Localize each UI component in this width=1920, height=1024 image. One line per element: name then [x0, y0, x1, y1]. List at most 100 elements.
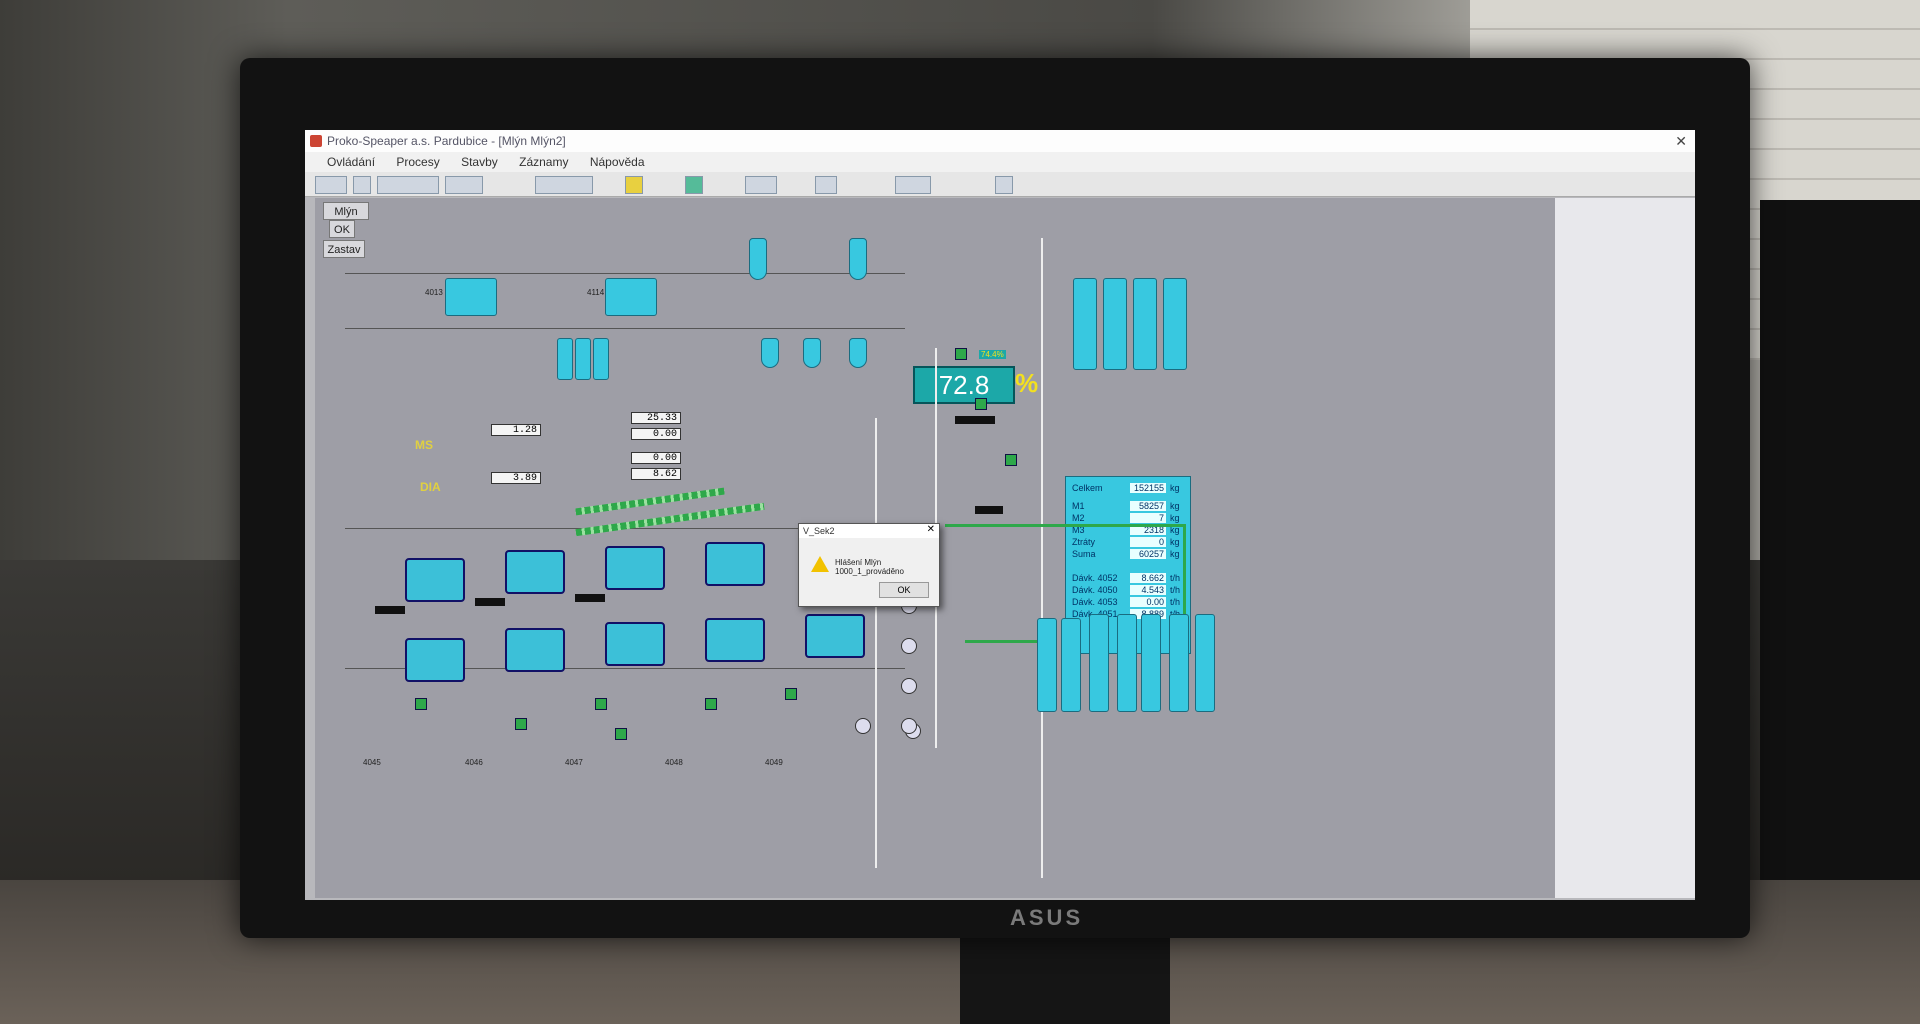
equipment-label: 4114 — [587, 288, 605, 297]
toolbar-button-10[interactable] — [895, 176, 931, 194]
menu-stavby[interactable]: Stavby — [461, 155, 498, 169]
info-row: Dávk. 4053 0.00 t/h — [1072, 597, 1186, 608]
cyclone-silo[interactable] — [803, 338, 821, 368]
app-icon — [310, 135, 322, 147]
info-row: Ztráty 0 kg — [1072, 537, 1186, 548]
info-unit: t/h — [1170, 597, 1181, 607]
motor-icon[interactable] — [901, 678, 917, 694]
info-value: 4.543 — [1130, 585, 1166, 595]
toolbar-button-1[interactable] — [315, 176, 347, 194]
storage-silo[interactable] — [1089, 614, 1109, 712]
toolbar-button-7[interactable] — [685, 176, 703, 194]
close-icon[interactable]: ✕ — [1675, 130, 1687, 152]
toolbar-button-6[interactable] — [625, 176, 643, 194]
info-value: 8.662 — [1130, 573, 1166, 583]
roller-mill[interactable] — [697, 542, 773, 586]
valve[interactable] — [595, 698, 607, 710]
valve[interactable] — [415, 698, 427, 710]
menu-ovladani[interactable]: Ovládání — [327, 155, 375, 169]
toolbar-button-8[interactable] — [745, 176, 777, 194]
storage-silo[interactable] — [1195, 614, 1215, 712]
equipment-label: 4013 — [425, 288, 443, 297]
percent-display: 72.8 — [913, 366, 1015, 404]
toolbar-button-5[interactable] — [535, 176, 593, 194]
dialog-ok-button[interactable]: OK — [879, 582, 929, 598]
valve[interactable] — [515, 718, 527, 730]
bin[interactable] — [557, 338, 573, 380]
storage-silo[interactable] — [1117, 614, 1137, 712]
roller-mill[interactable] — [497, 628, 573, 672]
bin[interactable] — [575, 338, 591, 380]
tower-silo[interactable] — [1073, 278, 1097, 370]
menu-procesy[interactable]: Procesy — [396, 155, 439, 169]
toolbar-button-9[interactable] — [815, 176, 837, 194]
valve[interactable] — [975, 398, 987, 410]
toolbar-button-2[interactable] — [353, 176, 371, 194]
info-row: Dávk. 4050 4.543 t/h — [1072, 585, 1186, 596]
roller-mill[interactable] — [697, 618, 773, 662]
equipment-label: 4045 — [363, 758, 381, 767]
readout-box: 8.62 — [631, 468, 681, 480]
toolbar-button-11[interactable] — [995, 176, 1013, 194]
storage-silo[interactable] — [1169, 614, 1189, 712]
tower-silo[interactable] — [1133, 278, 1157, 370]
info-label: M1 — [1072, 501, 1085, 511]
tower-silo[interactable] — [1163, 278, 1187, 370]
toolbar — [305, 172, 1695, 197]
readout-box: 3.89 — [491, 472, 541, 484]
window-title: Proko-Speaper a.s. Pardubice - [Mlýn Mlý… — [327, 134, 566, 148]
cyclone-silo[interactable] — [749, 238, 767, 280]
tower-silo[interactable] — [1103, 278, 1127, 370]
equipment-label: 4049 — [765, 758, 783, 767]
roller-mill[interactable] — [597, 546, 673, 590]
info-row: M2 7 kg — [1072, 513, 1186, 524]
storage-silo[interactable] — [1061, 618, 1081, 712]
valve[interactable] — [615, 728, 627, 740]
info-value: 7 — [1130, 513, 1166, 523]
pipe — [875, 418, 877, 868]
roller-mill[interactable] — [397, 558, 473, 602]
valve[interactable] — [1005, 454, 1017, 466]
info-unit: kg — [1170, 537, 1180, 547]
divider-line — [345, 328, 905, 329]
cyclone-silo[interactable] — [849, 238, 867, 280]
right-empty-pane — [1555, 198, 1695, 898]
motor-icon[interactable] — [901, 638, 917, 654]
info-row: Celkem 152155 kg — [1072, 483, 1186, 494]
motor-icon[interactable] — [855, 718, 871, 734]
cyclone-silo[interactable] — [849, 338, 867, 368]
storage-silo[interactable] — [1141, 614, 1161, 712]
valve[interactable] — [785, 688, 797, 700]
dialog-close-icon[interactable]: ✕ — [927, 524, 935, 535]
pipe-green — [945, 524, 1185, 527]
ok-button[interactable]: OK — [329, 220, 355, 238]
mlyn-button[interactable]: Mlýn — [323, 202, 369, 220]
readout-box: 25.33 — [631, 412, 681, 424]
valve[interactable] — [955, 348, 967, 360]
process-mimic-diagram: Mlýn OK Zastav 4013 4114 MS DIA 1.28 25.… — [315, 198, 1555, 898]
equipment-label: 4047 — [565, 758, 583, 767]
status-bar — [575, 594, 605, 602]
motor-icon[interactable] — [901, 718, 917, 734]
cyclone-silo[interactable] — [761, 338, 779, 368]
roller-mill[interactable] — [597, 622, 673, 666]
filter-unit[interactable] — [605, 278, 657, 316]
pipe — [1041, 238, 1043, 878]
valve[interactable] — [705, 698, 717, 710]
info-value: 0 — [1130, 537, 1166, 547]
filter-unit[interactable] — [445, 278, 497, 316]
info-unit: t/h — [1170, 573, 1181, 583]
info-row: M1 58257 kg — [1072, 501, 1186, 512]
zastav-button[interactable]: Zastav — [323, 240, 365, 258]
roller-mill[interactable] — [797, 614, 873, 658]
storage-silo[interactable] — [1037, 618, 1057, 712]
status-bar — [955, 416, 995, 424]
menu-zaznamy[interactable]: Záznamy — [519, 155, 568, 169]
toolbar-button-4[interactable] — [445, 176, 483, 194]
toolbar-button-3[interactable] — [377, 176, 439, 194]
roller-mill[interactable] — [397, 638, 473, 682]
roller-mill[interactable] — [497, 550, 573, 594]
info-unit: kg — [1170, 483, 1180, 493]
bin[interactable] — [593, 338, 609, 380]
menu-napoveda[interactable]: Nápověda — [590, 155, 645, 169]
